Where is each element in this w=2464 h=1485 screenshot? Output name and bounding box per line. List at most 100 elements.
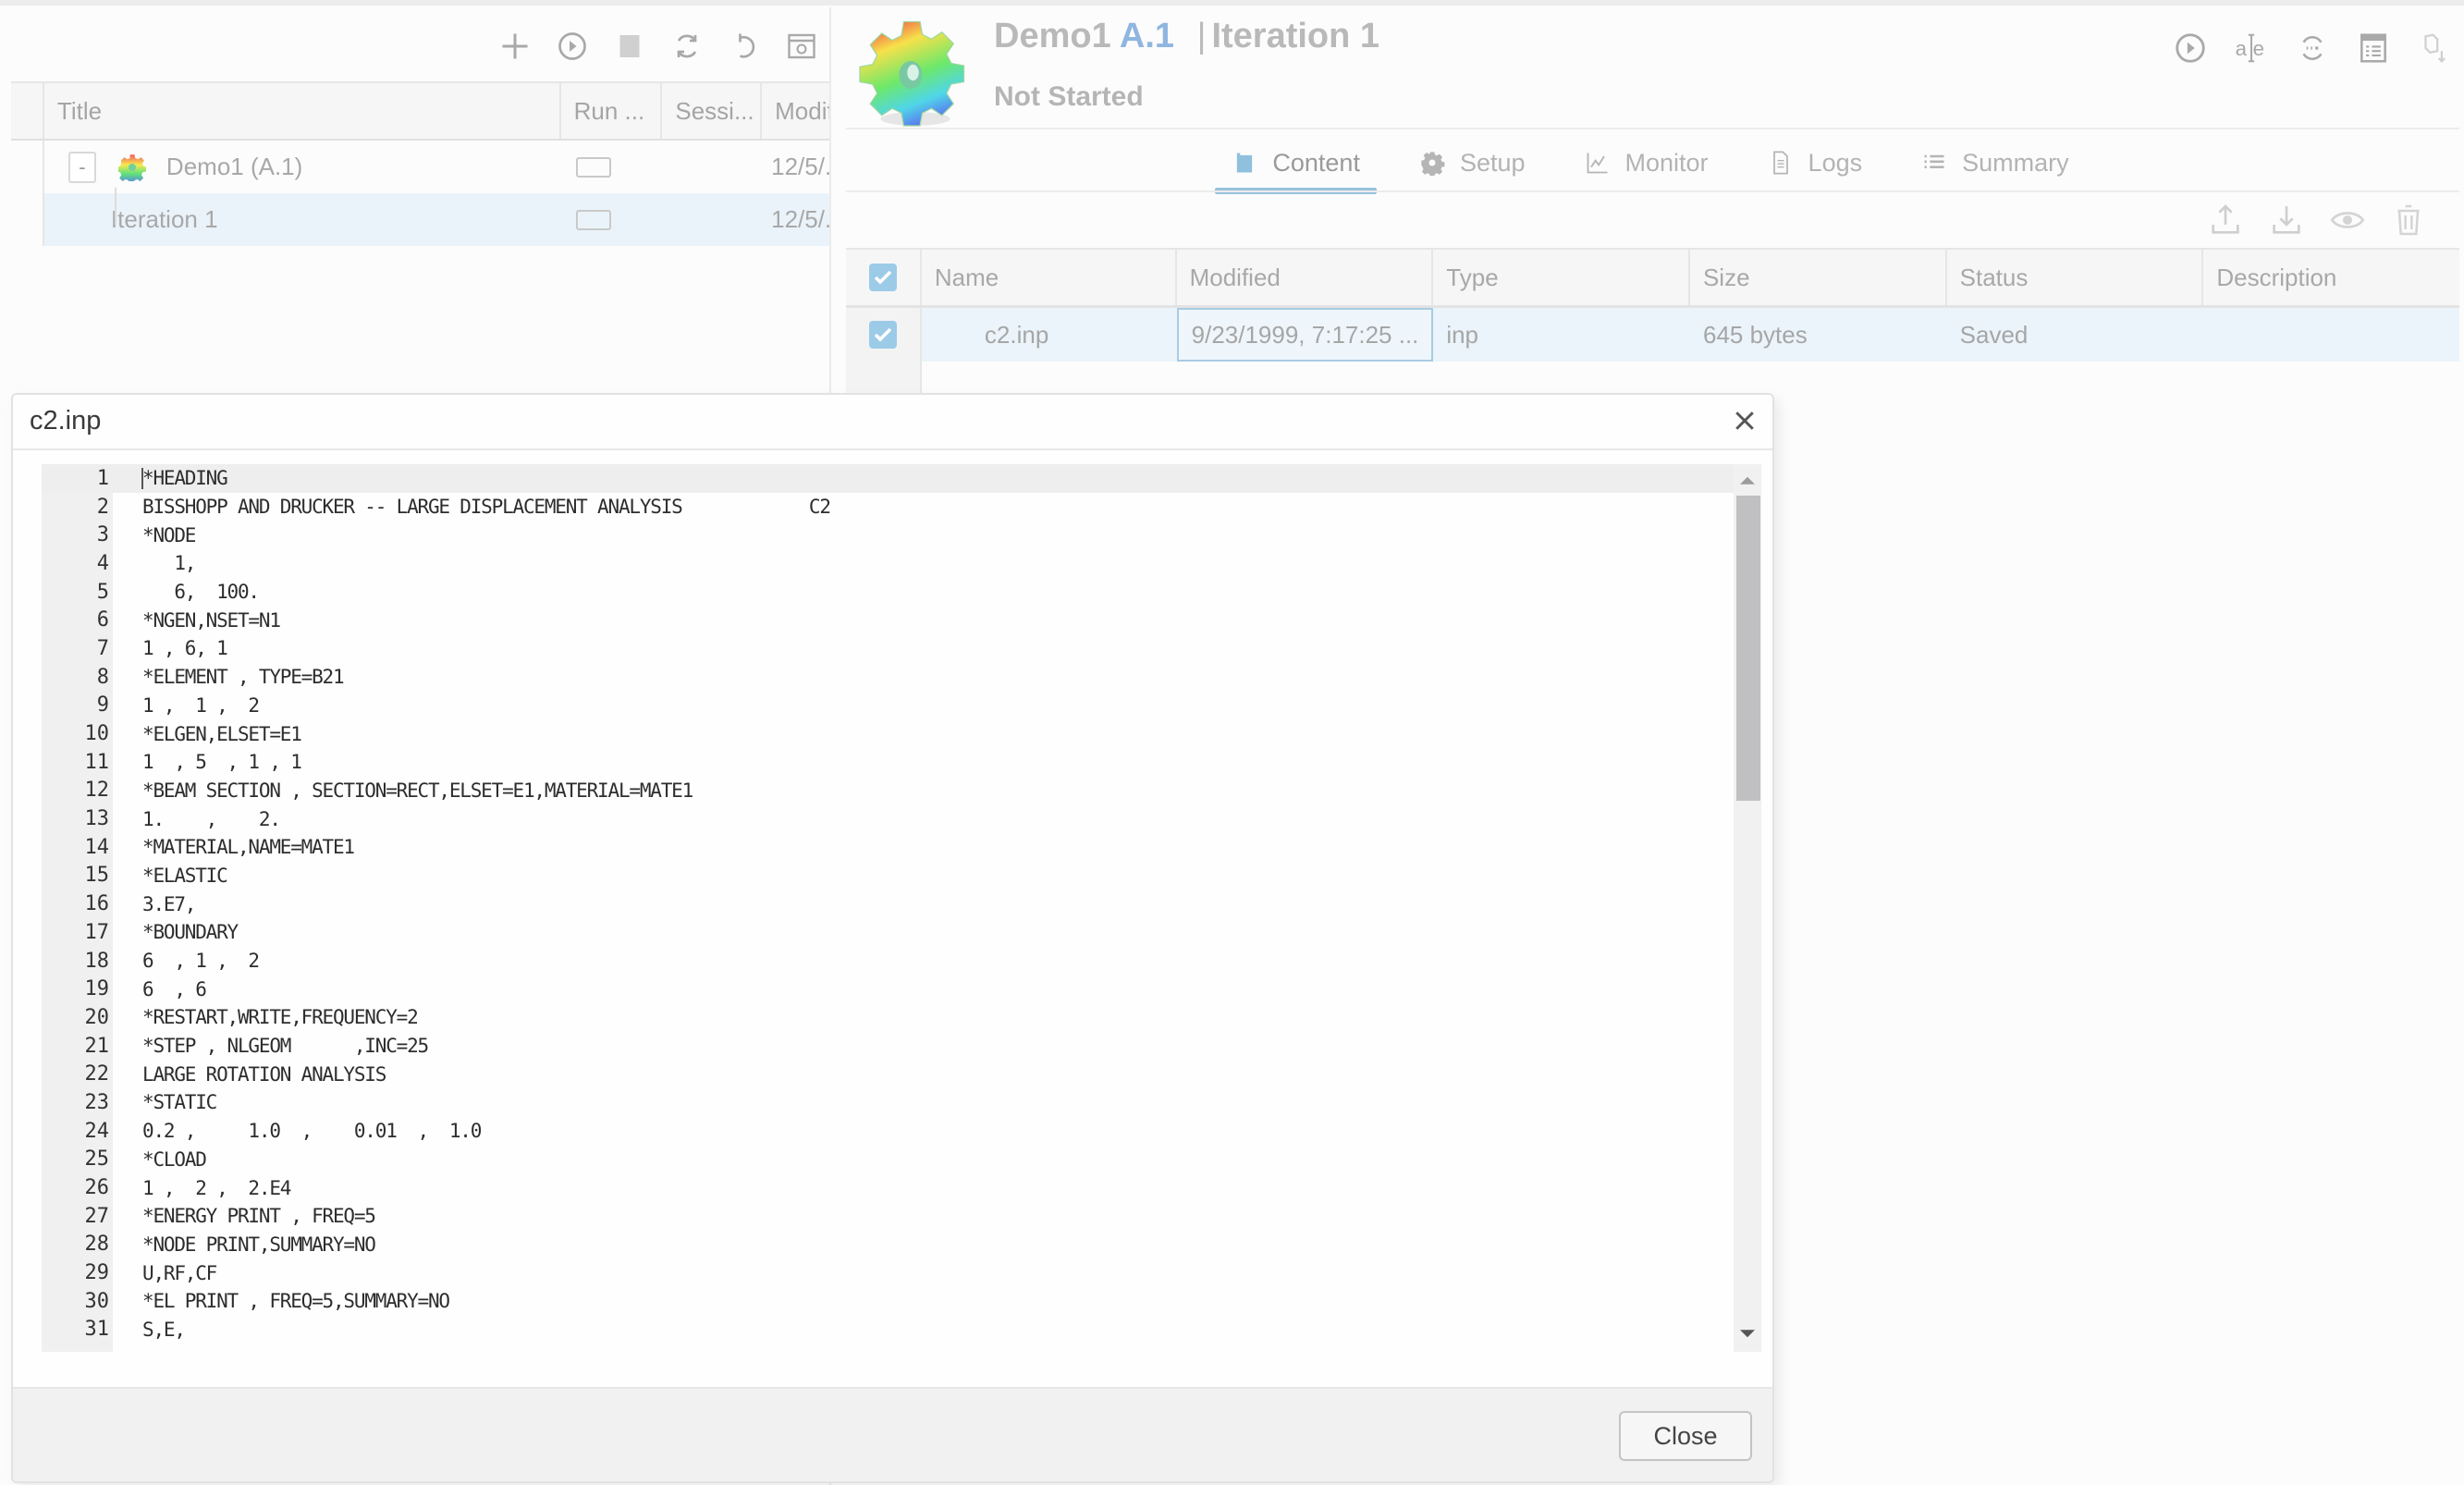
- file-actions: [2207, 202, 2427, 239]
- line-number: 6: [96, 608, 109, 632]
- column-type[interactable]: Type: [1433, 250, 1690, 305]
- code-line[interactable]: 2 BISSHOPP AND DRUCKER -- LARGE DISPLACEM…: [42, 493, 1734, 522]
- tab-setup[interactable]: Setup: [1403, 137, 1542, 189]
- code-line[interactable]: 16 3.E7,: [42, 890, 1734, 918]
- tab-monitor[interactable]: Monitor: [1568, 137, 1725, 189]
- line-text: S,E,: [142, 1318, 186, 1341]
- table-icon[interactable]: [2355, 30, 2392, 67]
- column-title[interactable]: Title: [44, 83, 561, 139]
- column-description[interactable]: Description: [2203, 250, 2459, 305]
- tab-content[interactable]: Content: [1215, 137, 1377, 194]
- stop-icon[interactable]: [611, 28, 648, 65]
- scroll-up-icon[interactable]: [1734, 468, 1761, 492]
- code-line[interactable]: 20 *RESTART,WRITE,FREQUENCY=2: [42, 1003, 1734, 1032]
- column-modified[interactable]: Modified: [1177, 250, 1434, 305]
- line-number: 18: [84, 949, 110, 973]
- line-number: 9: [96, 693, 109, 718]
- cell-modified[interactable]: 9/23/1999, 7:17:25 ...: [1176, 308, 1434, 362]
- divider: [846, 190, 2459, 192]
- code-line[interactable]: 26 1 , 2 , 2.E4: [42, 1173, 1734, 1202]
- svg-text:e: e: [2253, 37, 2264, 60]
- refresh-icon[interactable]: [668, 28, 705, 65]
- tree-row-project[interactable]: - Demo1 (A.1) 12/5/.: [11, 141, 829, 193]
- check-icon: [874, 270, 892, 285]
- select-all-checkbox[interactable]: [868, 264, 897, 291]
- column-session[interactable]: Sessi...: [662, 83, 763, 139]
- tab-logs[interactable]: Logs: [1751, 137, 1880, 189]
- gear-icon: [117, 153, 146, 181]
- code-line[interactable]: 10 *ELGEN,ELSET=E1: [42, 719, 1734, 748]
- code-line[interactable]: 21 *STEP , NLGEOM ,INC=25: [42, 1032, 1734, 1061]
- code-line[interactable]: 8 *ELEMENT , TYPE=B21: [42, 663, 1734, 692]
- play-circle-icon[interactable]: [2172, 30, 2209, 67]
- code-line[interactable]: 18 6 , 1 , 2: [42, 947, 1734, 976]
- project-tree-table: Title Run ... Sessi... Modif - Demo1 (A.…: [11, 81, 829, 246]
- run-checkbox[interactable]: [575, 156, 611, 178]
- code-line[interactable]: 28 *NODE PRINT,SUMMARY=NO: [42, 1231, 1734, 1259]
- column-modified[interactable]: Modif: [762, 83, 829, 139]
- code-line[interactable]: 14 *MATERIAL,NAME=MATE1: [42, 833, 1734, 862]
- view-icon[interactable]: [2329, 202, 2366, 239]
- preview-icon[interactable]: [783, 28, 820, 65]
- run-checkbox[interactable]: [575, 209, 611, 230]
- code-line[interactable]: 7 1 , 6, 1: [42, 634, 1734, 663]
- row-checkbox[interactable]: [868, 321, 897, 349]
- add-icon[interactable]: [496, 28, 533, 65]
- code-line[interactable]: 25 *CLOAD: [42, 1146, 1734, 1174]
- tab-summary[interactable]: Summary: [1905, 137, 2086, 189]
- code-line[interactable]: 9 1 , 1 , 2: [42, 692, 1734, 720]
- code-line[interactable]: 1 *HEADING: [42, 464, 1734, 493]
- line-text: *HEADING: [142, 467, 228, 490]
- code-line[interactable]: 3 *NODE: [42, 521, 1734, 549]
- code-line[interactable]: 12 *BEAM SECTION , SECTION=RECT,ELSET=E1,…: [42, 777, 1734, 805]
- column-status[interactable]: Status: [1947, 250, 2204, 305]
- trash-icon[interactable]: [2390, 202, 2427, 239]
- column-size[interactable]: Size: [1690, 250, 1947, 305]
- code-line[interactable]: 31 S,E,: [42, 1316, 1734, 1344]
- code-line[interactable]: 22 LARGE ROTATION ANALYSIS: [42, 1060, 1734, 1088]
- cell-status: Saved: [1959, 320, 2029, 349]
- code-line[interactable]: 27 *ENERGY PRINT , FREQ=5: [42, 1202, 1734, 1231]
- status-label: Not Started: [994, 81, 1144, 112]
- line-number: 20: [84, 1005, 110, 1029]
- line-number: 26: [84, 1176, 110, 1200]
- scrollbar-thumb[interactable]: [1736, 496, 1760, 801]
- code-line[interactable]: 23 *STATIC: [42, 1088, 1734, 1117]
- close-button[interactable]: Close: [1619, 1411, 1752, 1461]
- list-icon: [1924, 154, 1944, 168]
- code-line[interactable]: 29 U,RF,CF: [42, 1258, 1734, 1287]
- text-edit-icon[interactable]: ae: [2233, 30, 2270, 67]
- line-text: *BEAM SECTION , SECTION=RECT,ELSET=E1,MA…: [142, 779, 693, 802]
- export-icon[interactable]: [2416, 30, 2453, 67]
- code-line[interactable]: 4 1,: [42, 549, 1734, 578]
- code-line[interactable]: 19 6 , 6: [42, 975, 1734, 1003]
- tree-connector: [115, 188, 116, 225]
- tree-row-iteration[interactable]: Iteration 1 12/5/.: [11, 188, 829, 246]
- code-line[interactable]: 17 *BOUNDARY: [42, 918, 1734, 947]
- undo-icon[interactable]: [726, 28, 763, 65]
- detail-tabs: Content Setup Monitor Logs Summary: [841, 137, 2459, 194]
- play-icon[interactable]: [554, 28, 591, 65]
- divider: [846, 128, 2459, 129]
- table-row[interactable]: c2.inp 9/23/1999, 7:17:25 ... inp 645 by…: [846, 308, 2459, 362]
- scroll-down-icon[interactable]: [1734, 1322, 1761, 1346]
- line-text: *NODE PRINT,SUMMARY=NO: [142, 1233, 376, 1256]
- download-icon[interactable]: [2268, 202, 2305, 239]
- vertical-scrollbar[interactable]: [1734, 464, 1761, 1352]
- code-line[interactable]: 15 *ELASTIC: [42, 862, 1734, 890]
- close-icon[interactable]: [1728, 404, 1761, 437]
- column-name[interactable]: Name: [922, 250, 1177, 305]
- code-editor[interactable]: 1 *HEADING 2 BISSHOPP AND DRUCKER -- LARGE …: [42, 464, 1761, 1352]
- code-line[interactable]: 5 6, 100.: [42, 578, 1734, 607]
- sync-icon[interactable]: [2294, 30, 2331, 67]
- upload-icon[interactable]: [2207, 202, 2244, 239]
- column-run[interactable]: Run ...: [561, 83, 663, 139]
- collapse-toggle[interactable]: -: [67, 151, 96, 183]
- code-line[interactable]: 11 1 , 5 , 1 , 1: [42, 748, 1734, 777]
- iteration-name: Iteration 1: [1211, 17, 1380, 55]
- code-line[interactable]: 13 1. , 2.: [42, 804, 1734, 833]
- code-line[interactable]: 30 *EL PRINT , FREQ=5,SUMMARY=NO: [42, 1287, 1734, 1316]
- line-number: 8: [96, 665, 109, 689]
- code-line[interactable]: 24 0.2 , 1.0 , 0.01 , 1.0: [42, 1117, 1734, 1146]
- code-line[interactable]: 6 *NGEN,NSET=N1: [42, 606, 1734, 634]
